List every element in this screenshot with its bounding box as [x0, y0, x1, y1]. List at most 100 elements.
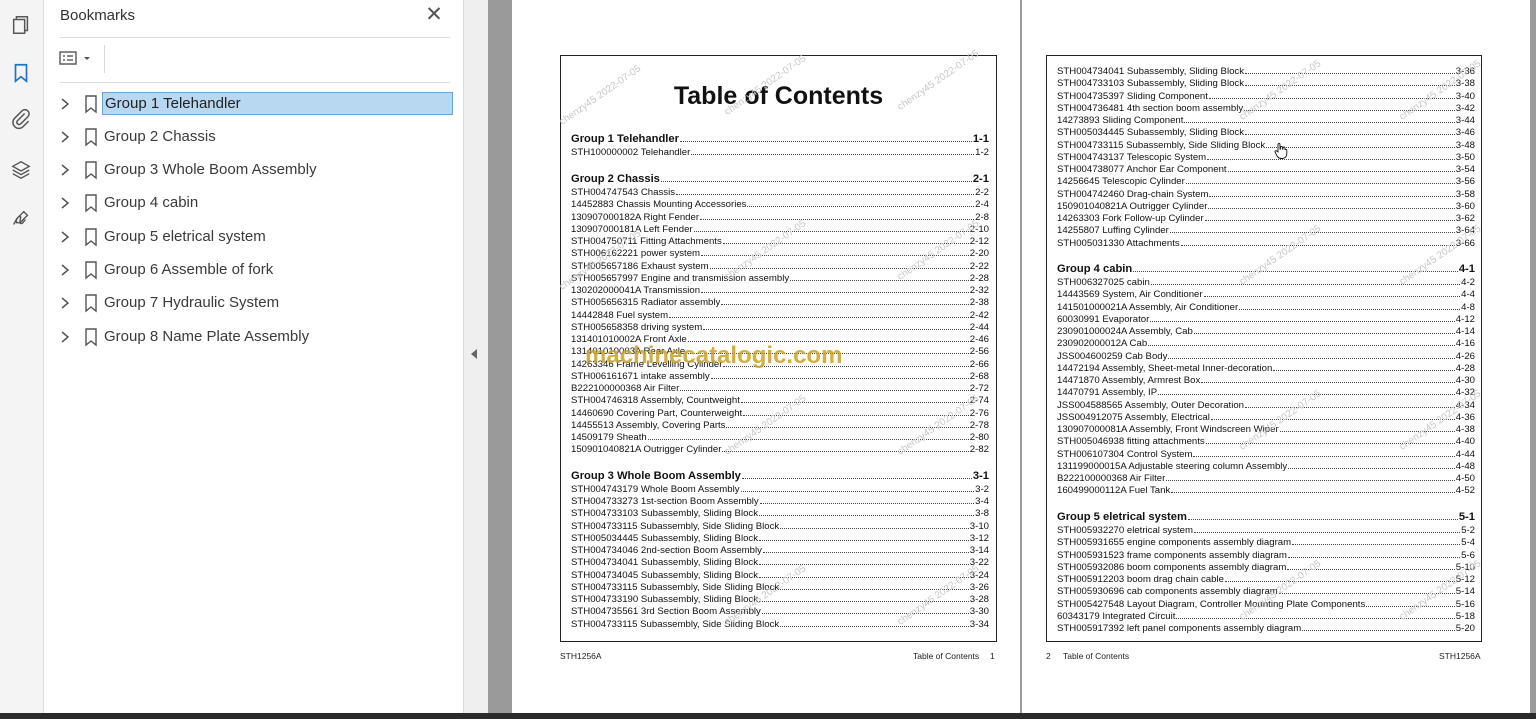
toc-entry[interactable]: STH004743137 Telescopic System 3-50: [1057, 150, 1475, 163]
toc-entry[interactable]: STH005932270 eletrical system 5-2: [1057, 523, 1475, 536]
toc-group-heading[interactable]: Group 3 Whole Boom Assembly 3-1: [571, 469, 989, 482]
toc-entry[interactable]: 14443569 System, Air Conditioner 4-4: [1057, 287, 1475, 300]
toc-entry[interactable]: STH004738077 Anchor Ear Component 3-54: [1057, 162, 1475, 175]
toc-entry[interactable]: STH100000002 Telehandler 1-2: [571, 145, 989, 158]
toc-entry[interactable]: 14263303 Fork Follow-up Cylinder 3-62: [1057, 211, 1475, 224]
toc-entry[interactable]: STH005657997 Engine and transmission ass…: [571, 271, 989, 284]
toc-entry[interactable]: 131199000015A Adjustable steering column…: [1057, 459, 1475, 472]
toc-entry[interactable]: 14470791 Assembly, IP 4-32: [1057, 385, 1475, 398]
toc-entry[interactable]: 14442848 Fuel system 2-42: [571, 308, 989, 321]
dot-leader: [1201, 373, 1455, 384]
dot-leader: [1266, 138, 1455, 148]
toc-entry[interactable]: STH004733115 Subassembly, Side Sliding B…: [571, 617, 989, 630]
footer-doc-id: STH1256A: [1439, 651, 1481, 661]
toc-entry[interactable]: STH004734041 Subassembly, Sliding Block 3…: [571, 555, 989, 568]
bookmark-item[interactable]: Group 4 cabin: [50, 187, 460, 219]
toc-entry[interactable]: B222100000368 Air Filter 4-50: [1057, 471, 1475, 484]
bookmark-options-button[interactable]: [58, 46, 98, 72]
toc-entry[interactable]: STH005034445 Subassembly, Sliding Block 3…: [1057, 125, 1475, 138]
toc-entry[interactable]: STH004733115 Subassembly, Side Sliding B…: [571, 519, 989, 532]
dot-leader: [1208, 199, 1455, 209]
dot-leader: [687, 332, 969, 343]
bookmark-item[interactable]: Group 5 eletrical system: [50, 221, 460, 253]
attachment-icon[interactable]: [6, 104, 36, 134]
toc-group-heading[interactable]: Group 2 Chassis 2-1: [571, 172, 989, 185]
toc-entry[interactable]: JSS004600259 Cab Body 4-26: [1057, 349, 1475, 362]
dot-leader: [679, 132, 972, 142]
toc-entry[interactable]: STH004747543 Chassis 2-2: [571, 185, 989, 198]
bookmark-label: Group 6 Assemble of fork: [104, 261, 274, 278]
toc-entry[interactable]: STH005932086 boom components assembly di…: [1057, 560, 1475, 573]
toc-entry[interactable]: STH006107304 Control System 4-44: [1057, 447, 1475, 460]
toc-entry[interactable]: STH006161671 intake assembly 2-68: [571, 369, 989, 382]
toc-entry[interactable]: 130907000182A Right Fender 2-8: [571, 210, 989, 223]
toc-entry[interactable]: STH004733103 Subassembly, Sliding Block 3…: [571, 506, 989, 519]
chevron-right-icon[interactable]: [59, 330, 71, 344]
panel-splitter[interactable]: [463, 0, 488, 713]
toc-entry[interactable]: STH005034445 Subassembly, Sliding Block 3…: [571, 531, 989, 544]
toc-entry[interactable]: STH004746318 Assembly, Countweight 2-74: [571, 393, 989, 406]
bookmark-item[interactable]: Group 1 Telehandler: [50, 88, 460, 120]
toc-entry[interactable]: 150901040821A Outrigger Cylinder 2-82: [571, 442, 989, 455]
bookmark-item[interactable]: Group 7 Hydraulic System: [50, 287, 460, 319]
dot-leader: [1273, 361, 1455, 371]
pages-icon[interactable]: [6, 10, 36, 40]
toc-entry[interactable]: STH005917392 left panel components assem…: [1057, 621, 1475, 634]
hand-cursor-icon: [1274, 143, 1288, 159]
toc-entry[interactable]: STH004734041 Subassembly, Sliding Block 3…: [1057, 64, 1475, 77]
toc-entry[interactable]: STH004742460 Drag-chain System 3-58: [1057, 187, 1475, 200]
toc-entry[interactable]: 141501000021A Assembly, Air Conditioner 4…: [1057, 300, 1475, 313]
chevron-right-icon[interactable]: [59, 97, 71, 111]
bookmark-item[interactable]: Group 2 Chassis: [50, 121, 460, 153]
toc-entry[interactable]: 150901040821A Outrigger Cylinder 3-60: [1057, 199, 1475, 212]
footer-label: Table of Contents: [913, 651, 980, 661]
bookmark-item[interactable]: Group 6 Assemble of fork: [50, 254, 460, 286]
toc-entry[interactable]: STH004733273 1st-section Boom Assembly 3-…: [571, 494, 989, 507]
toc-entry[interactable]: STH004734046 2nd-section Boom Assembly 3-…: [571, 543, 989, 556]
toc-entry[interactable]: 230902000012A Cab 4-16: [1057, 336, 1475, 349]
toc-entry[interactable]: STH005931523 frame components assembly d…: [1057, 548, 1475, 561]
dot-leader: [701, 283, 969, 294]
toc-entry[interactable]: 230901000024A Assembly, Cab 4-14: [1057, 324, 1475, 337]
toc-entry[interactable]: 160499000112A Fuel Tank 4-52: [1057, 483, 1475, 496]
pdf-page-2: STH004734041 Subassembly, Sliding Block 3…: [1022, 0, 1530, 713]
chevron-right-icon[interactable]: [59, 130, 71, 144]
toc-entry[interactable]: STH005912203 boom drag chain cable 5-12: [1057, 572, 1475, 585]
chevron-right-icon[interactable]: [59, 263, 71, 277]
collapse-arrow-icon[interactable]: [471, 349, 477, 359]
bookmark-icon: [85, 161, 97, 180]
dot-leader: [721, 295, 969, 306]
layers-icon[interactable]: [6, 155, 36, 185]
toc-entry[interactable]: 14452883 Chassis Mounting Accessories 2-4: [571, 197, 989, 210]
toc-entry[interactable]: 130202000041A Transmission 2-32: [571, 283, 989, 296]
chevron-right-icon[interactable]: [59, 296, 71, 310]
toc-entry-text: STH005031330 Attachments: [1057, 237, 1180, 249]
toc-group-heading[interactable]: Group 5 eletrical system 5-1: [1057, 510, 1475, 523]
bookmark-icon[interactable]: [6, 58, 36, 88]
toc-entry[interactable]: STH005031330 Attachments 3-66: [1057, 236, 1475, 249]
toc-entry[interactable]: STH004733115 Subassembly, Side Sliding B…: [1057, 138, 1475, 151]
toc-entry[interactable]: 14472194 Assembly, Sheet-metal Inner-dec…: [1057, 361, 1475, 374]
toc-entry[interactable]: 14471870 Assembly, Armrest Box 4-30: [1057, 373, 1475, 386]
bookmark-item[interactable]: Group 8 Name Plate Assembly: [50, 321, 460, 353]
toc-group-heading[interactable]: Group 1 Telehandler 1-1: [571, 132, 989, 145]
toc-entry[interactable]: 60030991 Evaporator 4-12: [1057, 312, 1475, 325]
bookmark-item[interactable]: Group 3 Whole Boom Assembly: [50, 154, 460, 186]
chevron-right-icon[interactable]: [59, 230, 71, 244]
chevron-right-icon[interactable]: [59, 163, 71, 177]
toc-entry[interactable]: B222100000368 Air Filter 2-72: [571, 381, 989, 394]
dot-leader: [747, 197, 975, 208]
close-icon[interactable]: ✕: [424, 4, 444, 26]
signature-icon[interactable]: [6, 204, 36, 234]
toc-entry[interactable]: JSS004912075 Assembly, Electrical 4-36: [1057, 410, 1475, 423]
toc-entry[interactable]: STH005656315 Radiator assembly 2-38: [571, 295, 989, 308]
toc-entry[interactable]: 14256645 Telescopic Cylinder 3-56: [1057, 174, 1475, 187]
toc-entry[interactable]: STH004733103 Subassembly, Sliding Block 3…: [1057, 76, 1475, 89]
toc-entry[interactable]: STH005931655 engine components assembly …: [1057, 535, 1475, 548]
toc-entry[interactable]: STH005658358 driving system 2-44: [571, 320, 989, 333]
toc-entry[interactable]: 14255807 Luffing Cylinder 3-64: [1057, 223, 1475, 236]
toc-entry[interactable]: STH004743179 Whole Boom Assembly 3-2: [571, 482, 989, 495]
dot-leader: [710, 369, 969, 379]
toc-entry[interactable]: JSS004588565 Assembly, Outer Decoration 4…: [1057, 398, 1475, 411]
chevron-right-icon[interactable]: [59, 196, 71, 210]
